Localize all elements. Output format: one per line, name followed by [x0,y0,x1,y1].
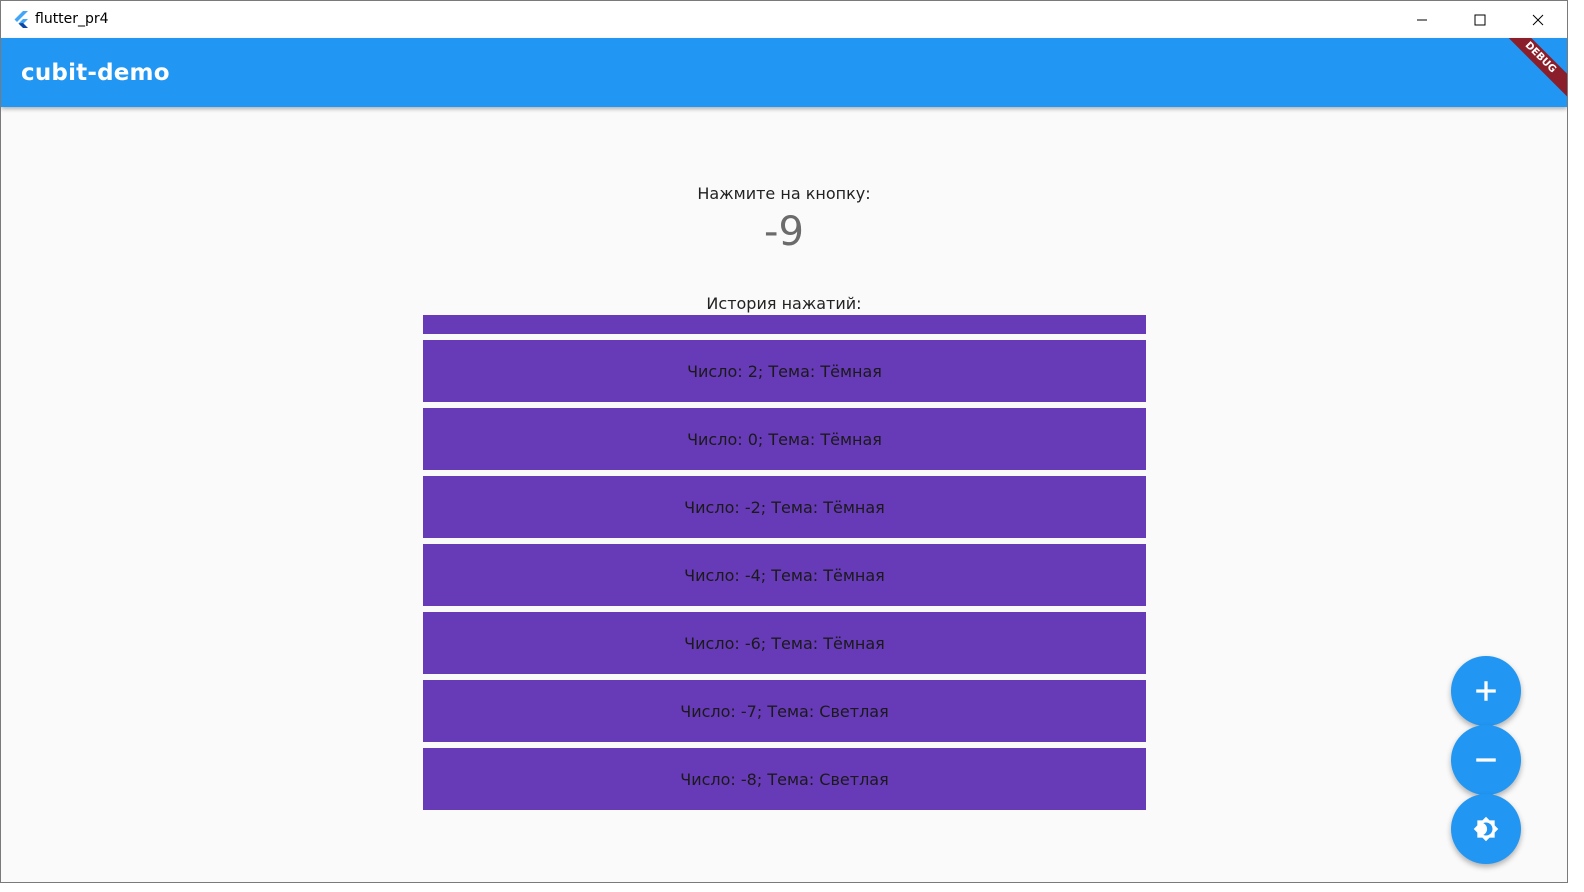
close-icon [1532,14,1543,25]
debug-banner: DEBUG [1495,38,1567,103]
window-title: flutter_pr4 [35,11,109,27]
app-title: cubit-demo [21,60,170,86]
theme-toggle-button[interactable] [1451,794,1521,864]
app-window: flutter_pr4 cubit-demo DEBUG Нажмите на … [0,0,1568,883]
close-button[interactable] [1509,1,1566,38]
maximize-icon [1474,14,1485,25]
history-label: История нажатий: [706,294,862,313]
maximize-button[interactable] [1451,1,1508,38]
minimize-button[interactable] [1393,1,1450,38]
history-item: Число: -6; Тема: Тёмная [423,612,1146,674]
increment-button[interactable] [1451,656,1521,726]
history-item: Число: 0; Тема: Тёмная [423,408,1146,470]
plus-icon [1476,681,1496,701]
history-item-partial [423,315,1146,334]
counter-value: -9 [764,209,804,255]
history-item: Число: -2; Тема: Тёмная [423,476,1146,538]
history-item: Число: -8; Тема: Светлая [423,748,1146,810]
main-content: Нажмите на кнопку: -9 История нажатий: Ч… [1,107,1567,882]
history-item: Число: -4; Тема: Тёмная [423,544,1146,606]
brightness-icon [1473,816,1499,842]
window-titlebar: flutter_pr4 [1,1,1567,38]
app-bar: cubit-demo DEBUG [1,38,1567,107]
minimize-icon [1416,19,1427,20]
flutter-logo-icon [11,10,31,30]
prompt-text: Нажмите на кнопку: [697,184,871,203]
history-item: Число: 2; Тема: Тёмная [423,340,1146,402]
minus-icon [1476,758,1496,762]
decrement-button[interactable] [1451,725,1521,795]
history-list[interactable]: Число: 2; Тема: Тёмная Число: 0; Тема: Т… [423,315,1146,810]
history-item: Число: -7; Тема: Светлая [423,680,1146,742]
